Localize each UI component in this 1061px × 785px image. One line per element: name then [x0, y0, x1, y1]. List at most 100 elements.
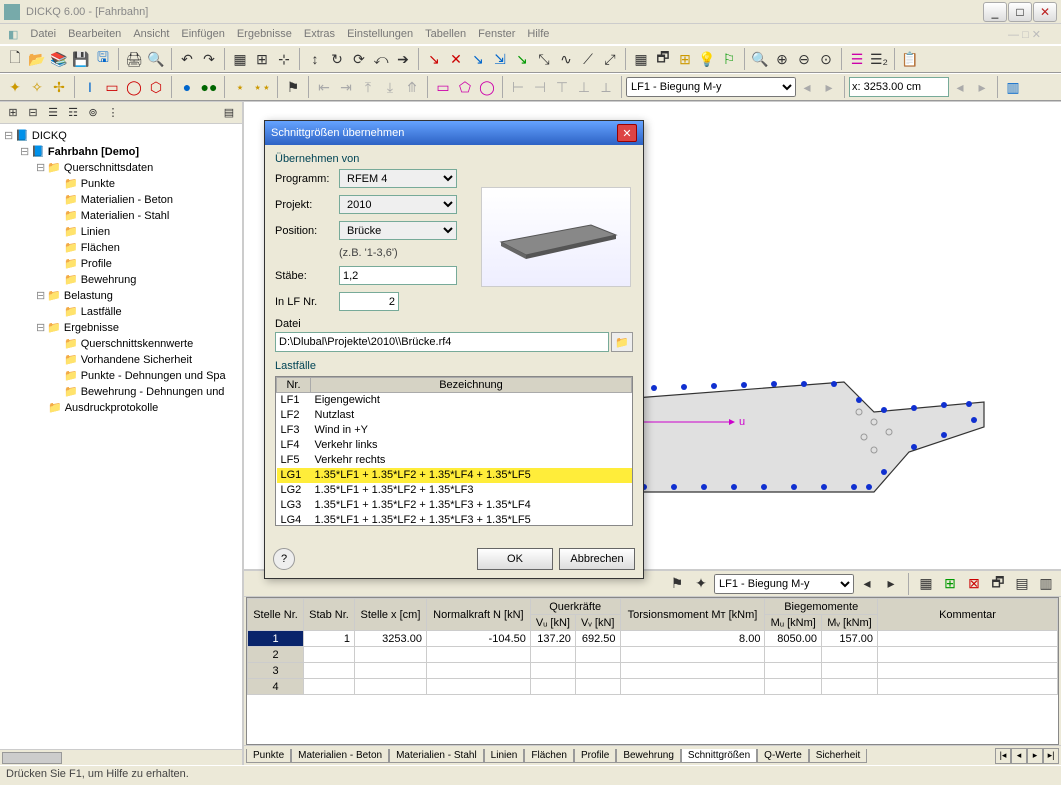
grid-tab[interactable]: Flächen	[524, 749, 574, 763]
tree-leaf[interactable]: Punkte	[81, 178, 115, 190]
results-table[interactable]: Stelle Nr. Stab Nr. Stelle x [cm] Normal…	[247, 598, 1058, 695]
projekt-select[interactable]: 2010	[339, 195, 457, 214]
open-icon[interactable]: 📂	[26, 48, 48, 70]
tree-leaf[interactable]: Bewehrung - Dehnungen und	[81, 386, 225, 398]
grid-tb4-icon[interactable]: ⊠	[963, 573, 985, 595]
tab-prev-icon[interactable]: ◂	[1011, 748, 1027, 764]
refresh-icon[interactable]: ⟳	[348, 48, 370, 70]
tab-last-icon[interactable]: ▸|	[1043, 748, 1059, 764]
grid-loadcase-combo[interactable]: LF1 - Biegung M-y	[714, 574, 854, 594]
close-button[interactable]: ✕	[1033, 2, 1057, 22]
grid-tb1-icon[interactable]: ⚑	[666, 573, 688, 595]
grid-icon[interactable]: ▦	[229, 48, 251, 70]
tree-project[interactable]: Fahrbahn [Demo]	[48, 146, 139, 158]
tree-node[interactable]: Ausdruckprotokolle	[65, 402, 159, 414]
col-mv[interactable]: Mᵥ [kNm]	[822, 615, 878, 631]
tree-leaf[interactable]: Profile	[81, 258, 112, 270]
grid-next-icon[interactable]: ▸	[880, 573, 902, 595]
tree-root[interactable]: DICKQ	[32, 130, 67, 142]
table-icon[interactable]: ▦	[630, 48, 652, 70]
staebe-input[interactable]	[339, 266, 457, 285]
tree-node[interactable]: Belastung	[64, 290, 113, 302]
menu-einfuegen[interactable]: Einfügen	[181, 28, 224, 40]
lf-row[interactable]: LF3Wind in +Y	[277, 423, 632, 438]
redo-icon[interactable]: ↷	[198, 48, 220, 70]
grid2-icon[interactable]: ⊞	[251, 48, 273, 70]
lf-row[interactable]: LG31.35*LF1 + 1.35*LF2 + 1.35*LF3 + 1.35…	[277, 498, 632, 513]
browse-button[interactable]: 📁	[611, 332, 633, 352]
tool-b-icon[interactable]: ✕	[445, 48, 467, 70]
position-select[interactable]: Brücke	[339, 221, 457, 240]
menu-tabellen[interactable]: Tabellen	[425, 28, 466, 40]
zoom-fit-icon[interactable]: ⊙	[815, 48, 837, 70]
grid-tab[interactable]: Profile	[574, 749, 616, 763]
col-torsion[interactable]: Torsionsmoment Mᴛ [kNm]	[620, 599, 765, 631]
dim1-icon[interactable]: ⊢	[507, 76, 529, 98]
align5-icon[interactable]: ⤊	[401, 76, 423, 98]
table-row[interactable]: 113253.00-104.50137.20692.508.008050.001…	[248, 631, 1058, 647]
tool-i-icon[interactable]: ⤢	[599, 48, 621, 70]
grid-tb5-icon[interactable]: 🗗	[987, 573, 1009, 595]
dim2-icon[interactable]: ⊣	[529, 76, 551, 98]
grid-tab[interactable]: Bewehrung	[616, 749, 681, 763]
tree-tb2-icon[interactable]: ⊟	[24, 104, 42, 122]
grid-tab[interactable]: Materialien - Beton	[291, 749, 389, 763]
table-row[interactable]: 4	[248, 679, 1058, 695]
coord-prev-icon[interactable]: ◂	[949, 76, 971, 98]
dim4-icon[interactable]: ⊥	[573, 76, 595, 98]
tree-node[interactable]: Querschnittsdaten	[64, 162, 153, 174]
reset-icon[interactable]: ⤺	[370, 48, 392, 70]
lf-row[interactable]: LG21.35*LF1 + 1.35*LF2 + 1.35*LF3	[277, 483, 632, 498]
undo-icon[interactable]: ↶	[176, 48, 198, 70]
light-icon[interactable]: 💡	[696, 48, 718, 70]
window-icon[interactable]: 🗗	[652, 48, 674, 70]
print-icon[interactable]: 🖨	[123, 48, 145, 70]
table-row[interactable]: 2	[248, 647, 1058, 663]
table-row[interactable]: 3	[248, 663, 1058, 679]
tree-leaf[interactable]: Materialien - Beton	[81, 194, 173, 206]
tree-leaf[interactable]: Flächen	[81, 242, 120, 254]
tree-tb5-icon[interactable]: ⊚	[84, 104, 102, 122]
menu-bearbeiten[interactable]: Bearbeiten	[68, 28, 121, 40]
tool-d-icon[interactable]: ⇲	[489, 48, 511, 70]
grid-prev-icon[interactable]: ◂	[856, 573, 878, 595]
tool-h-icon[interactable]: ⟋	[577, 48, 599, 70]
grid-tab[interactable]: Schnittgrößen	[681, 749, 757, 763]
menu-hilfe[interactable]: Hilfe	[527, 28, 549, 40]
lf-col-bez[interactable]: Bezeichnung	[311, 378, 632, 393]
col-kommentar[interactable]: Kommentar	[878, 599, 1058, 631]
col-normalkraft[interactable]: Normalkraft N [kN]	[426, 599, 530, 631]
col-stelle-nr[interactable]: Stelle Nr.	[248, 599, 304, 631]
maximize-button[interactable]: □	[1008, 2, 1032, 22]
tab-next-icon[interactable]: ▸	[1027, 748, 1043, 764]
menu-extras[interactable]: Extras	[304, 28, 335, 40]
misc1-icon[interactable]: ☰	[846, 48, 868, 70]
tool-g-icon[interactable]: ∿	[555, 48, 577, 70]
loadcases-table[interactable]: Nr. Bezeichnung LF1EigengewichtLF2Nutzla…	[276, 377, 632, 526]
menu-einstellungen[interactable]: Einstellungen	[347, 28, 413, 40]
grid-export-icon[interactable]: ⊞	[939, 573, 961, 595]
grid-tb2-icon[interactable]: ✦	[690, 573, 712, 595]
lf-row[interactable]: LG11.35*LF1 + 1.35*LF2 + 1.35*LF4 + 1.35…	[277, 468, 632, 483]
coord-input[interactable]	[849, 77, 949, 97]
dim5-icon[interactable]: ⟂	[595, 76, 617, 98]
menu-fenster[interactable]: Fenster	[478, 28, 515, 40]
snap1-icon[interactable]: ✦	[4, 76, 26, 98]
circ-icon[interactable]: ◯	[123, 76, 145, 98]
next-icon[interactable]: ➔	[392, 48, 414, 70]
col-querkraefte[interactable]: Querkräfte	[530, 599, 620, 615]
grid-tab[interactable]: Punkte	[246, 749, 291, 763]
tool-c-icon[interactable]: ↘	[467, 48, 489, 70]
library-icon[interactable]: 📚	[48, 48, 70, 70]
axes-icon[interactable]: ⊹	[273, 48, 295, 70]
menu-datei[interactable]: Datei	[30, 28, 56, 40]
sel-rect-icon[interactable]: ▭	[432, 76, 454, 98]
tree-hscroll[interactable]	[0, 749, 242, 765]
calc-icon[interactable]: ⊞	[674, 48, 696, 70]
file-input[interactable]	[275, 332, 609, 352]
tree-leaf[interactable]: Vorhandene Sicherheit	[81, 354, 192, 366]
ok-button[interactable]: OK	[477, 548, 553, 570]
dot2-icon[interactable]: ●●	[198, 76, 220, 98]
tree-leaf[interactable]: Lastfälle	[81, 306, 122, 318]
lf-row[interactable]: LF5Verkehr rechts	[277, 453, 632, 468]
